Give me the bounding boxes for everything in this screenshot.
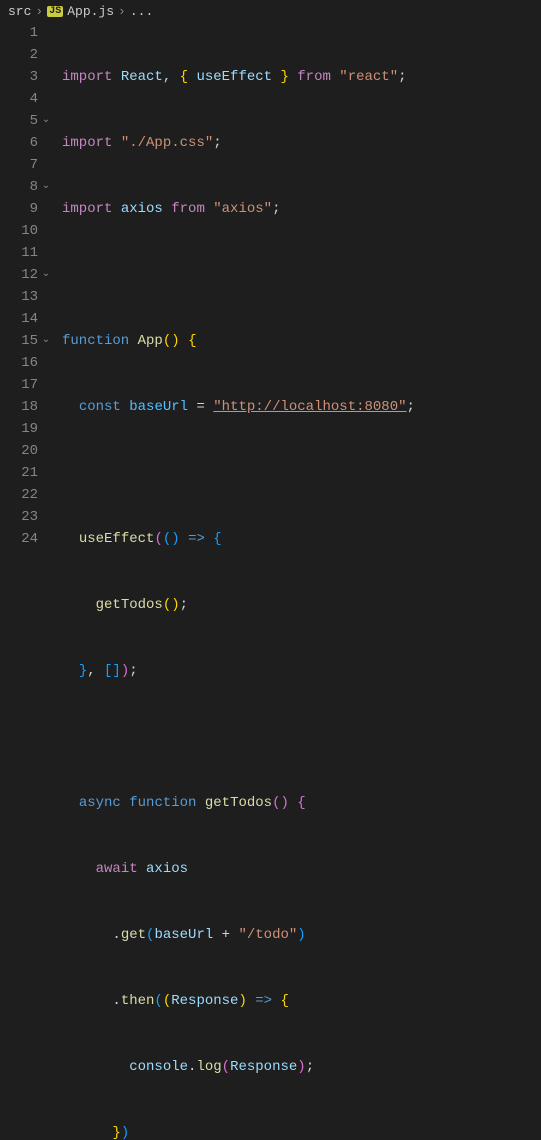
line-number-gutter: 1 2 3 4 5⌄ 6 7 8⌄ 9 10 11 12⌄ 13 14 15⌄ … [0, 22, 52, 1140]
fold-toggle[interactable]: ⌄ [40, 330, 52, 352]
breadcrumb[interactable]: src › JS App.js › ... [0, 0, 541, 22]
code-editor[interactable]: 1 2 3 4 5⌄ 6 7 8⌄ 9 10 11 12⌄ 13 14 15⌄ … [0, 22, 541, 1140]
fold-toggle[interactable]: ⌄ [40, 264, 52, 286]
breadcrumb-folder[interactable]: src [8, 4, 31, 19]
breadcrumb-file[interactable]: App.js [67, 4, 114, 19]
fold-toggle[interactable]: ⌄ [40, 110, 52, 132]
chevron-right-icon: › [35, 4, 43, 19]
js-icon: JS [47, 6, 63, 17]
code-content[interactable]: import React, { useEffect } from "react"… [52, 22, 541, 1140]
breadcrumb-symbol[interactable]: ... [130, 4, 153, 19]
fold-toggle[interactable]: ⌄ [40, 176, 52, 198]
chevron-right-icon: › [118, 4, 126, 19]
